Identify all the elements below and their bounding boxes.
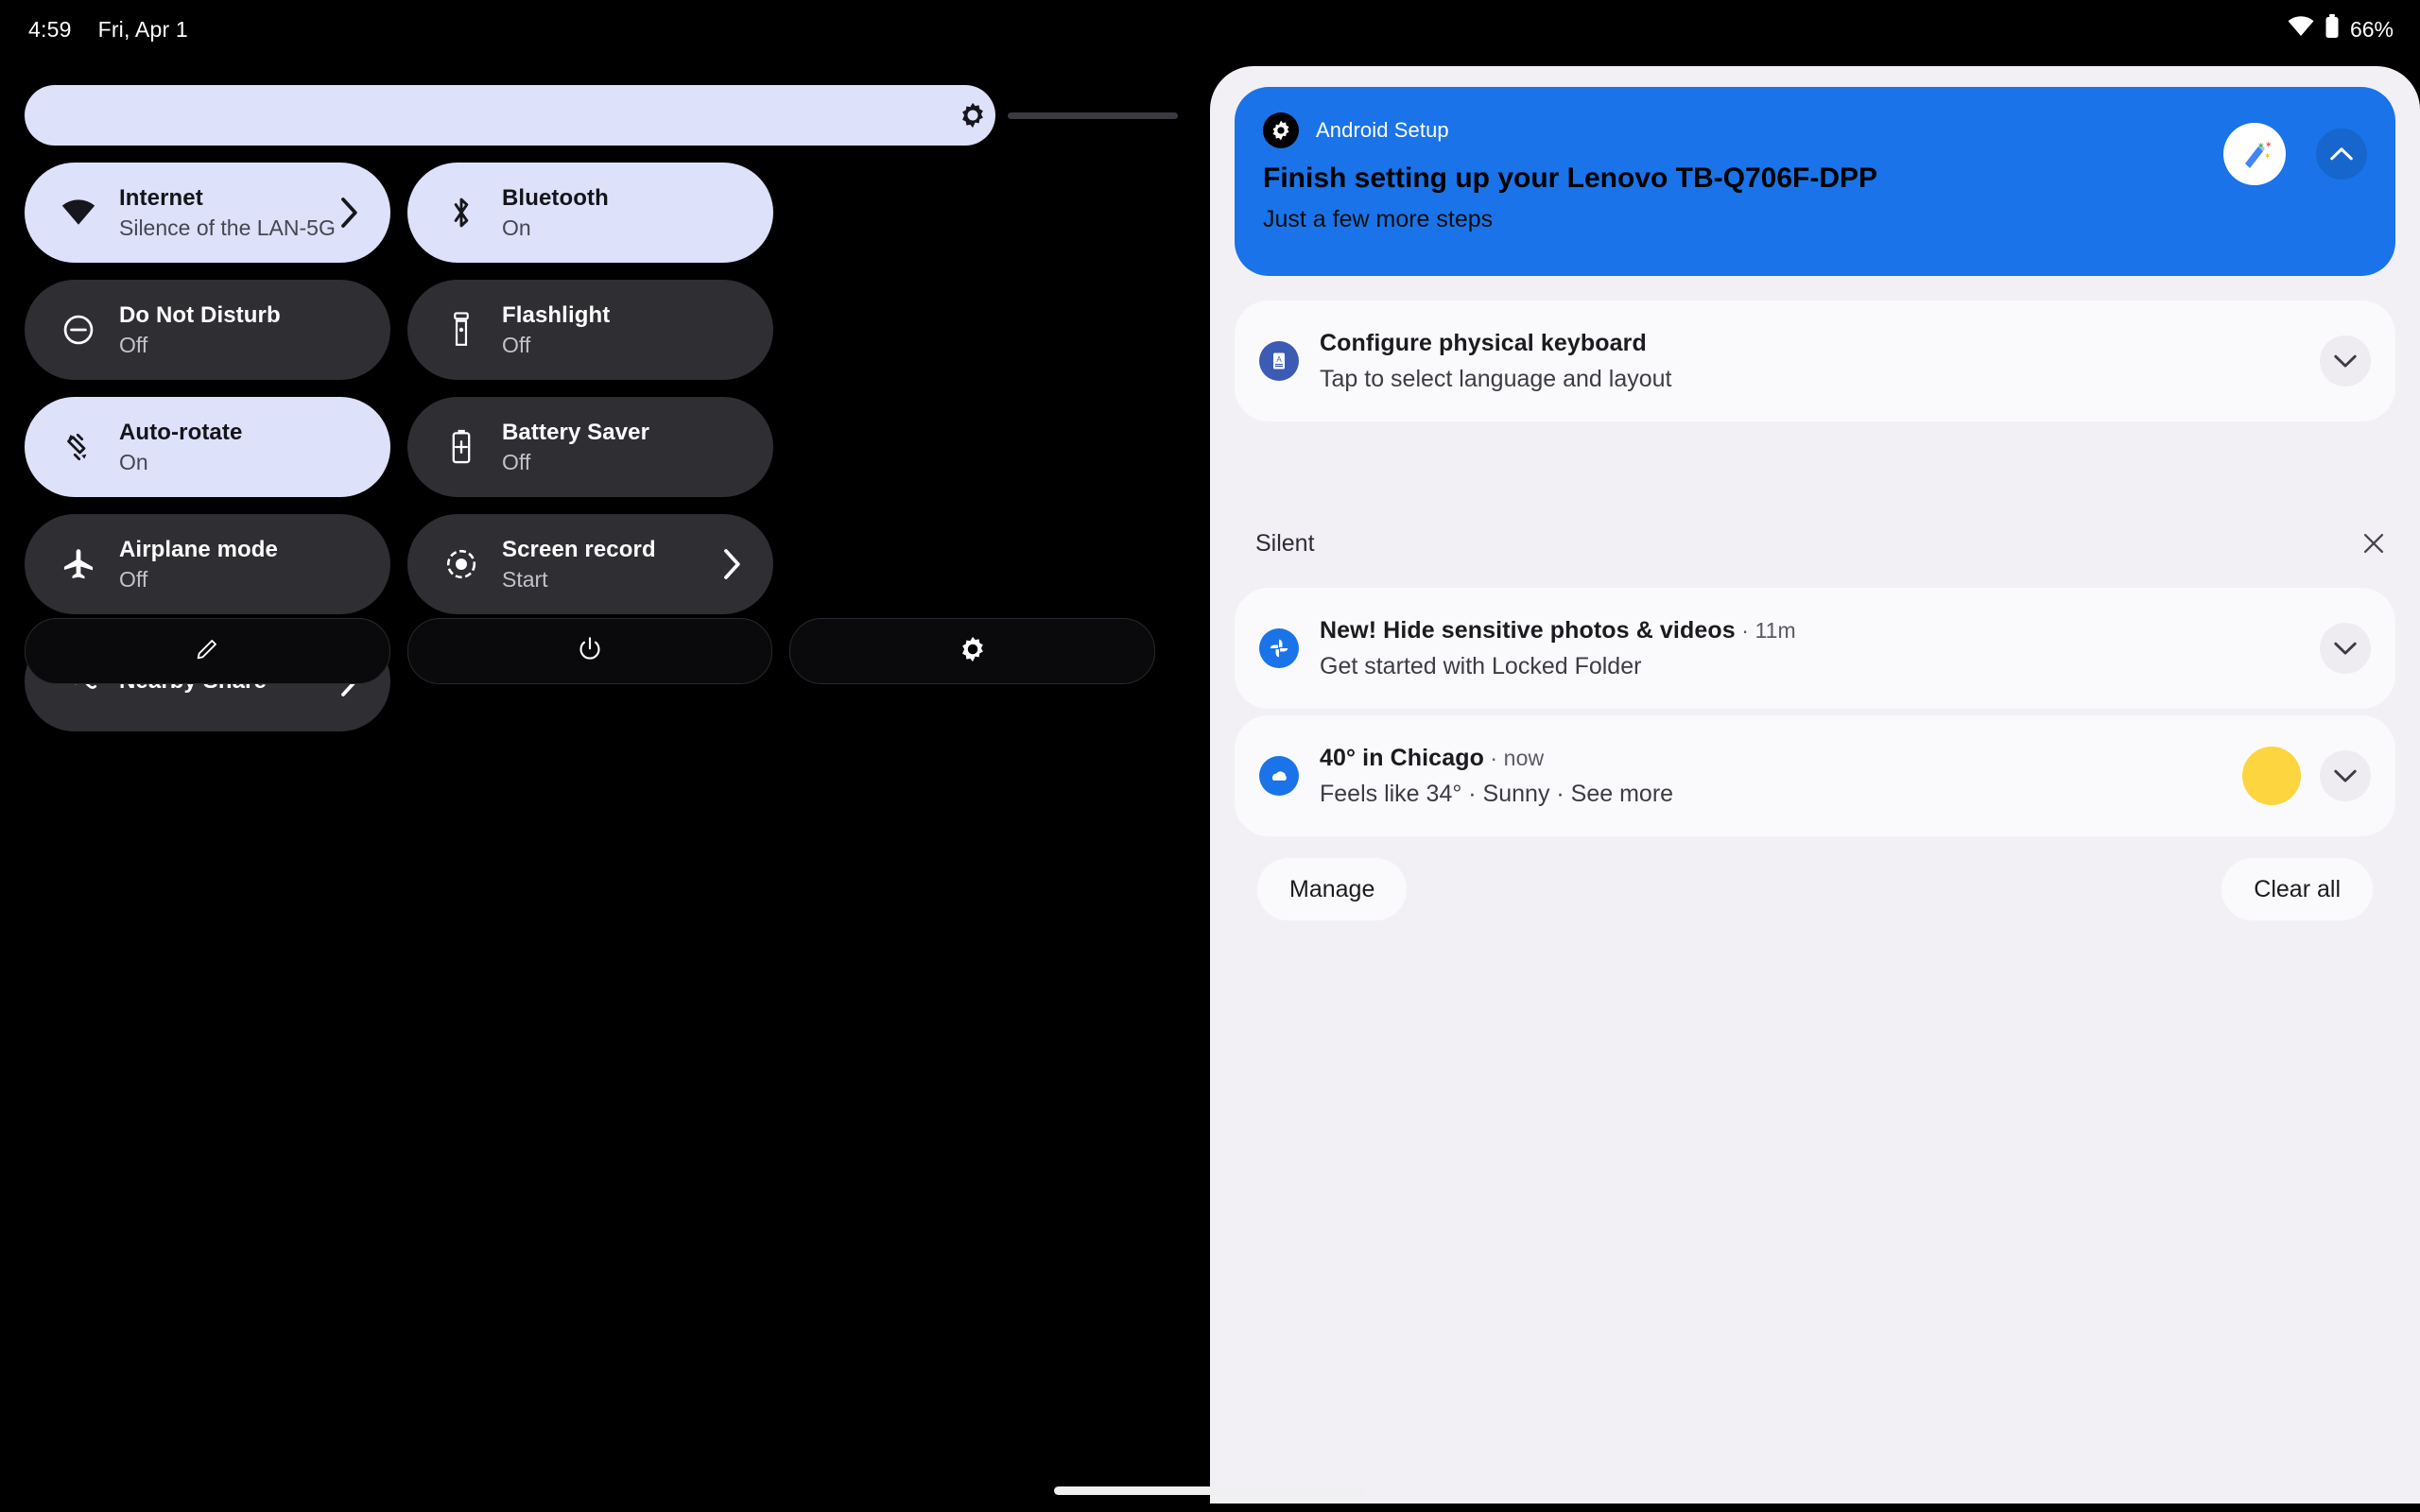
battery-percent-label: 66% [2349, 16, 2394, 42]
weather-thumbnail [2242, 747, 2301, 805]
wifi-icon [59, 193, 98, 232]
notification-title: Finish setting up your Lenovo TB-Q706F-D… [1263, 163, 1878, 194]
svg-text:✶: ✶ [2264, 151, 2272, 161]
weather-icon [1259, 756, 1299, 796]
brightness-slider[interactable] [25, 85, 1178, 146]
silent-section-label: Silent [1255, 529, 1315, 557]
status-bar-right: 66% [2288, 0, 2394, 59]
qs-tile-title: Internet [119, 184, 203, 211]
battery-saver-icon [441, 427, 481, 467]
qs-tile-subtitle: Silence of the LAN-5G [119, 215, 336, 240]
battery-icon [2325, 14, 2340, 44]
google-photos-icon [1259, 628, 1299, 668]
notification-title: Configure physical keyboard [1320, 330, 1672, 357]
notification-configure-keyboard[interactable]: A Configure physical keyboard Tap to sel… [1235, 301, 2395, 421]
auto-rotate-icon [59, 427, 98, 467]
notification-shade: Android Setup Finish setting up your Len… [1210, 66, 2420, 1503]
keyboard-icon: A [1259, 341, 1299, 381]
qs-tile-title: Battery Saver [502, 419, 650, 445]
clear-all-button[interactable]: Clear all [2221, 858, 2373, 920]
qs-tile-battery-saver[interactable]: Battery Saver Off [407, 397, 773, 497]
qs-tile-title: Flashlight [502, 301, 611, 328]
qs-tile-title: Bluetooth [502, 184, 609, 211]
open-settings-button[interactable] [789, 618, 1156, 684]
notification-title-text: 40° in Chicago [1320, 744, 1484, 771]
notification-header: Android Setup [1263, 112, 2367, 149]
notification-footer: Manage Clear all [1257, 858, 2373, 920]
status-date: Fri, Apr 1 [97, 16, 188, 42]
notification-locked-folder[interactable]: New! Hide sensitive photos & videos · 11… [1235, 588, 2395, 709]
power-button[interactable] [406, 618, 773, 684]
android-setup-icon [1263, 112, 1299, 148]
qs-tile-subtitle: On [502, 215, 531, 240]
notification-title-text: Configure physical keyboard [1320, 329, 1647, 356]
status-time: 4:59 [28, 16, 72, 42]
notification-time: · now [1483, 745, 1545, 770]
qs-tile-title: Screen record [502, 536, 656, 562]
do-not-disturb-icon [59, 310, 98, 350]
gear-icon [959, 635, 987, 668]
home-gesture-handle[interactable] [1054, 1486, 1366, 1495]
svg-text:A: A [1276, 355, 1282, 364]
qs-tile-subtitle: Off [119, 332, 148, 357]
chevron-right-icon[interactable] [339, 198, 358, 228]
svg-text:✶: ✶ [2265, 140, 2273, 149]
flashlight-icon [441, 310, 481, 350]
notification-subtitle: Feels like 34° · Sunny · See more [1320, 780, 1674, 807]
screen-record-icon [441, 544, 481, 584]
qs-tile-flashlight[interactable]: Flashlight Off [407, 280, 773, 380]
airplane-icon [59, 544, 98, 584]
qs-tile-subtitle: Off [502, 449, 531, 474]
close-icon[interactable] [2358, 527, 2390, 559]
svg-text:✶: ✶ [2257, 141, 2265, 150]
notification-subtitle: Tap to select language and layout [1320, 365, 1672, 392]
notification-subtitle: Get started with Locked Folder [1320, 652, 1642, 679]
notification-android-setup[interactable]: Android Setup Finish setting up your Len… [1235, 87, 2395, 276]
wifi-icon [2288, 16, 2314, 43]
qs-tile-bluetooth[interactable]: Bluetooth On [407, 163, 773, 263]
notification-app-name: Android Setup [1316, 118, 1449, 142]
qs-tile-internet[interactable]: Internet Silence of the LAN-5G [25, 163, 390, 263]
chevron-right-icon[interactable] [722, 549, 741, 579]
notification-time: · 11m [1735, 617, 1796, 643]
chevron-up-icon[interactable] [2316, 129, 2367, 180]
power-icon [576, 635, 604, 668]
brightness-icon [959, 101, 987, 129]
qs-tile-subtitle: On [119, 449, 148, 474]
qs-tile-screen-record[interactable]: Screen record Start [407, 514, 773, 614]
qs-tile-subtitle: Start [502, 566, 548, 592]
qs-tile-airplane-mode[interactable]: Airplane mode Off [25, 514, 390, 614]
edit-tiles-button[interactable] [25, 618, 390, 684]
chevron-down-icon[interactable] [2320, 623, 2371, 674]
magic-wand-icon: ✶ ✶ ✶ [2223, 123, 2286, 185]
qs-tile-subtitle: Off [119, 566, 148, 592]
qs-tile-title: Auto-rotate [119, 419, 243, 445]
qs-tile-title: Do Not Disturb [119, 301, 281, 328]
chevron-down-icon[interactable] [2320, 335, 2371, 387]
qs-tile-subtitle: Off [502, 332, 531, 357]
status-bar: 4:59 Fri, Apr 1 66% [0, 0, 2420, 59]
android-quick-settings-screen: 4:59 Fri, Apr 1 66% Internet Silence of … [0, 0, 2420, 1512]
manage-button[interactable]: Manage [1257, 858, 1408, 920]
notification-title-text: New! Hide sensitive photos & videos [1320, 616, 1736, 644]
qs-tile-title: Airplane mode [119, 536, 278, 562]
notification-subtitle: Just a few more steps [1263, 206, 1494, 232]
brightness-slider-fill[interactable] [25, 85, 995, 146]
notification-weather[interactable]: 40° in Chicago · now Feels like 34° · Su… [1235, 715, 2395, 836]
brightness-slider-track[interactable] [1008, 112, 1178, 119]
notification-title: New! Hide sensitive photos & videos · 11… [1320, 617, 1796, 644]
chevron-down-icon[interactable] [2320, 750, 2371, 801]
notification-title: 40° in Chicago · now [1320, 745, 1673, 772]
quick-settings-actions [25, 618, 1156, 684]
pencil-icon [193, 635, 221, 668]
status-bar-left: 4:59 Fri, Apr 1 [28, 17, 188, 43]
quick-settings-panel: Internet Silence of the LAN-5G Bluetooth… [0, 59, 1210, 1512]
silent-section-header: Silent [1255, 522, 2395, 565]
bluetooth-icon [441, 193, 481, 232]
qs-tile-do-not-disturb[interactable]: Do Not Disturb Off [25, 280, 390, 380]
qs-tile-auto-rotate[interactable]: Auto-rotate On [25, 397, 390, 497]
